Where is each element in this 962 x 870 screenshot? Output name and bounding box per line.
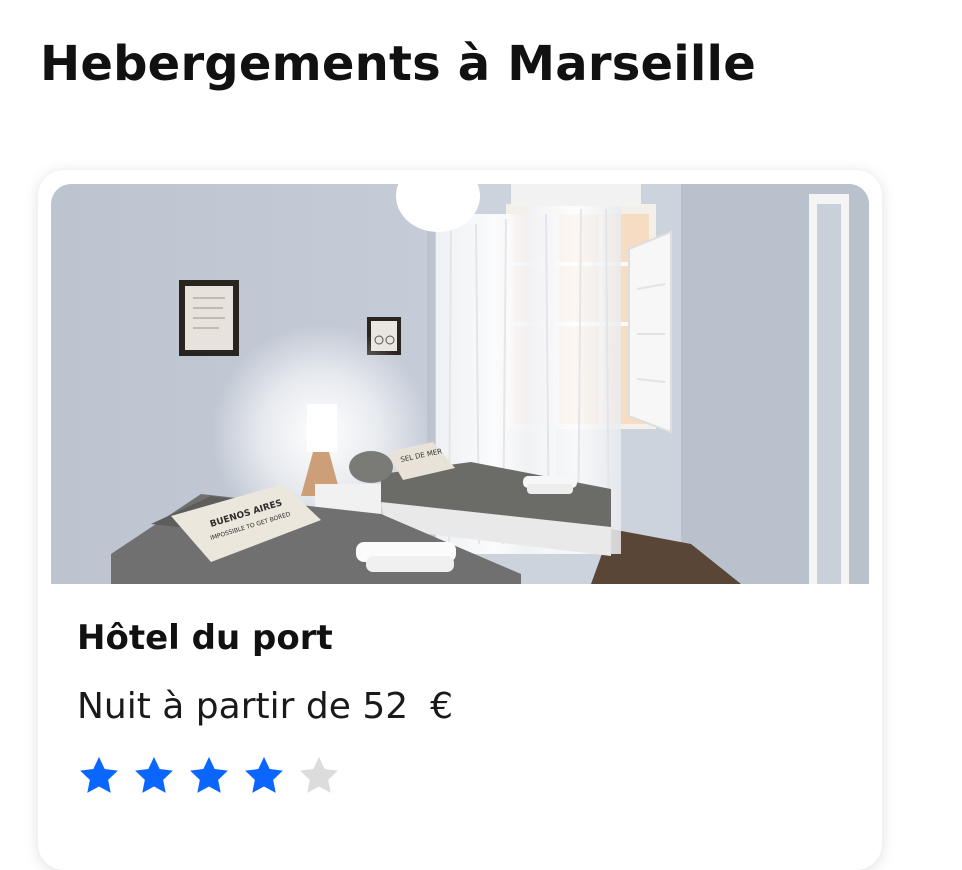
star-filled-icon bbox=[190, 756, 228, 793]
star-empty-icon bbox=[300, 756, 338, 793]
listing-card[interactable]: SEL DE MER BUENOS AIRES IMPOSSIBLE TO GE… bbox=[38, 170, 882, 870]
price-line: Nuit à partir de 52 € bbox=[77, 686, 453, 727]
hotel-name[interactable]: Hôtel du port bbox=[77, 618, 333, 658]
page-title: Hebergements à Marseille bbox=[40, 36, 756, 92]
star-rating bbox=[77, 754, 341, 798]
star-filled-icon bbox=[135, 756, 173, 793]
price-prefix: Nuit à partir de bbox=[77, 686, 351, 727]
star-filled-icon bbox=[245, 756, 283, 793]
price-currency: € bbox=[430, 686, 454, 727]
price-value: 52 bbox=[362, 686, 409, 727]
star-filled-icon bbox=[80, 756, 118, 793]
hotel-room-photo[interactable]: SEL DE MER BUENOS AIRES IMPOSSIBLE TO GE… bbox=[51, 184, 869, 584]
